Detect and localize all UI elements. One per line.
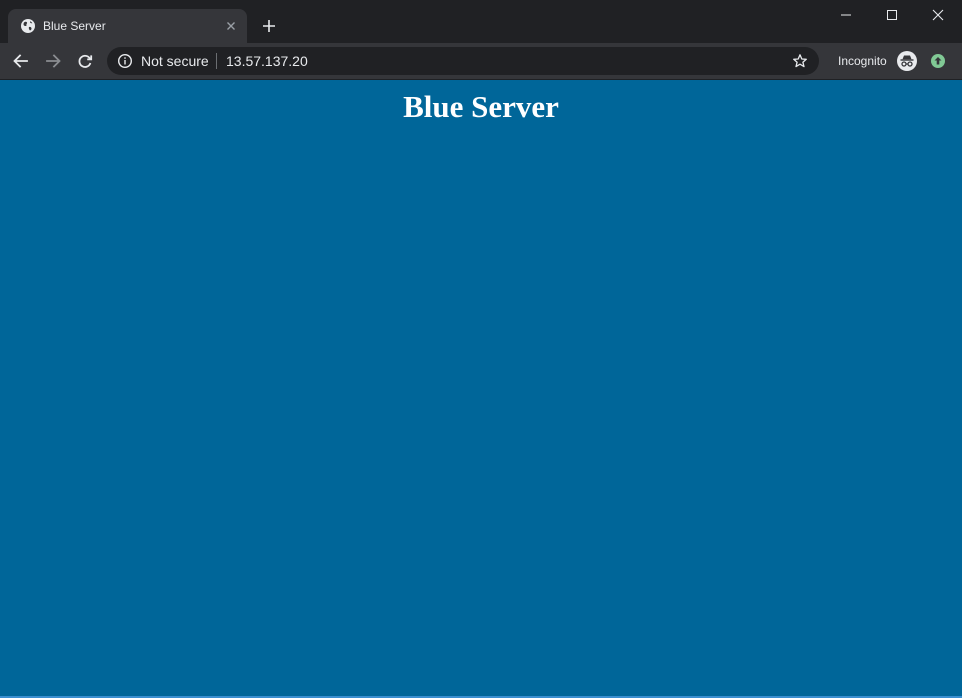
update-icon[interactable] xyxy=(930,53,946,69)
address-bar[interactable]: Not secure 13.57.137.20 xyxy=(107,47,819,75)
reload-icon[interactable] xyxy=(75,51,95,71)
tab-title: Blue Server xyxy=(43,19,106,33)
page-viewport: Blue Server xyxy=(0,80,962,696)
minimize-icon[interactable] xyxy=(823,0,869,30)
back-arrow-icon[interactable] xyxy=(11,51,31,71)
tab-strip: Blue Server xyxy=(0,0,962,43)
tab-close-icon[interactable] xyxy=(223,18,239,34)
window-close-icon[interactable] xyxy=(915,0,961,30)
security-status-label[interactable]: Not secure xyxy=(141,53,209,69)
new-tab-plus-icon[interactable] xyxy=(259,16,279,36)
page-heading: Blue Server xyxy=(403,89,559,124)
incognito-icon[interactable] xyxy=(896,50,918,72)
tab-blue-server[interactable]: Blue Server xyxy=(8,9,247,43)
info-icon[interactable] xyxy=(117,53,133,69)
browser-toolbar: Not secure 13.57.137.20 Incognito xyxy=(0,43,962,79)
star-icon[interactable] xyxy=(792,53,808,69)
maximize-icon[interactable] xyxy=(869,0,915,30)
globe-icon xyxy=(20,18,36,34)
url-text[interactable]: 13.57.137.20 xyxy=(226,53,308,69)
browser-window: Blue Server Not secure 13.57.137.20 Inco… xyxy=(0,0,962,698)
forward-arrow-icon[interactable] xyxy=(43,51,63,71)
omnibox-divider xyxy=(216,53,217,69)
incognito-label[interactable]: Incognito xyxy=(838,54,887,68)
